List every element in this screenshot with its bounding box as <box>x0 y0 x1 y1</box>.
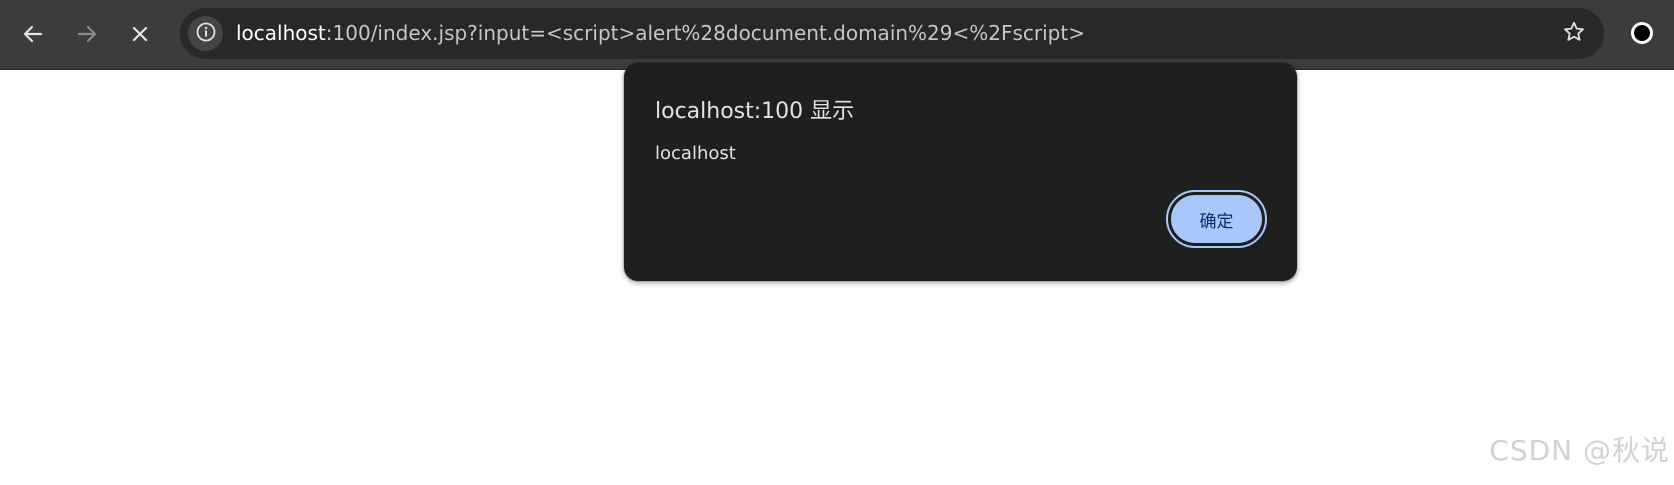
back-button[interactable] <box>13 14 53 54</box>
site-info-button[interactable] <box>188 16 223 51</box>
close-icon <box>130 24 150 44</box>
profile-button[interactable] <box>1625 18 1659 52</box>
forward-button[interactable] <box>67 14 107 54</box>
arrow-left-icon <box>22 23 44 45</box>
browser-toolbar: localhost:100/index.jsp?input=<script>al… <box>0 0 1674 70</box>
info-icon <box>195 21 217 47</box>
ok-button[interactable]: 确定 <box>1166 190 1267 248</box>
url-path: :100/index.jsp?input=<script>alert%28doc… <box>325 21 1085 45</box>
url-text[interactable]: localhost:100/index.jsp?input=<script>al… <box>236 8 1085 59</box>
bookmark-button[interactable] <box>1557 17 1590 50</box>
arrow-right-icon <box>76 23 98 45</box>
star-icon <box>1562 20 1586 48</box>
watermark: CSDN @秋说 <box>1489 434 1670 467</box>
alert-dialog: localhost:100 显示 localhost 确定 <box>624 63 1297 281</box>
stop-loading-button[interactable] <box>120 14 160 54</box>
profile-icon <box>1629 20 1655 50</box>
address-bar[interactable]: localhost:100/index.jsp?input=<script>al… <box>180 8 1604 59</box>
dialog-message: localhost <box>655 143 736 164</box>
dialog-title: localhost:100 显示 <box>655 99 855 124</box>
ok-button-label: 确定 <box>1171 195 1262 243</box>
url-host: localhost <box>236 21 326 45</box>
